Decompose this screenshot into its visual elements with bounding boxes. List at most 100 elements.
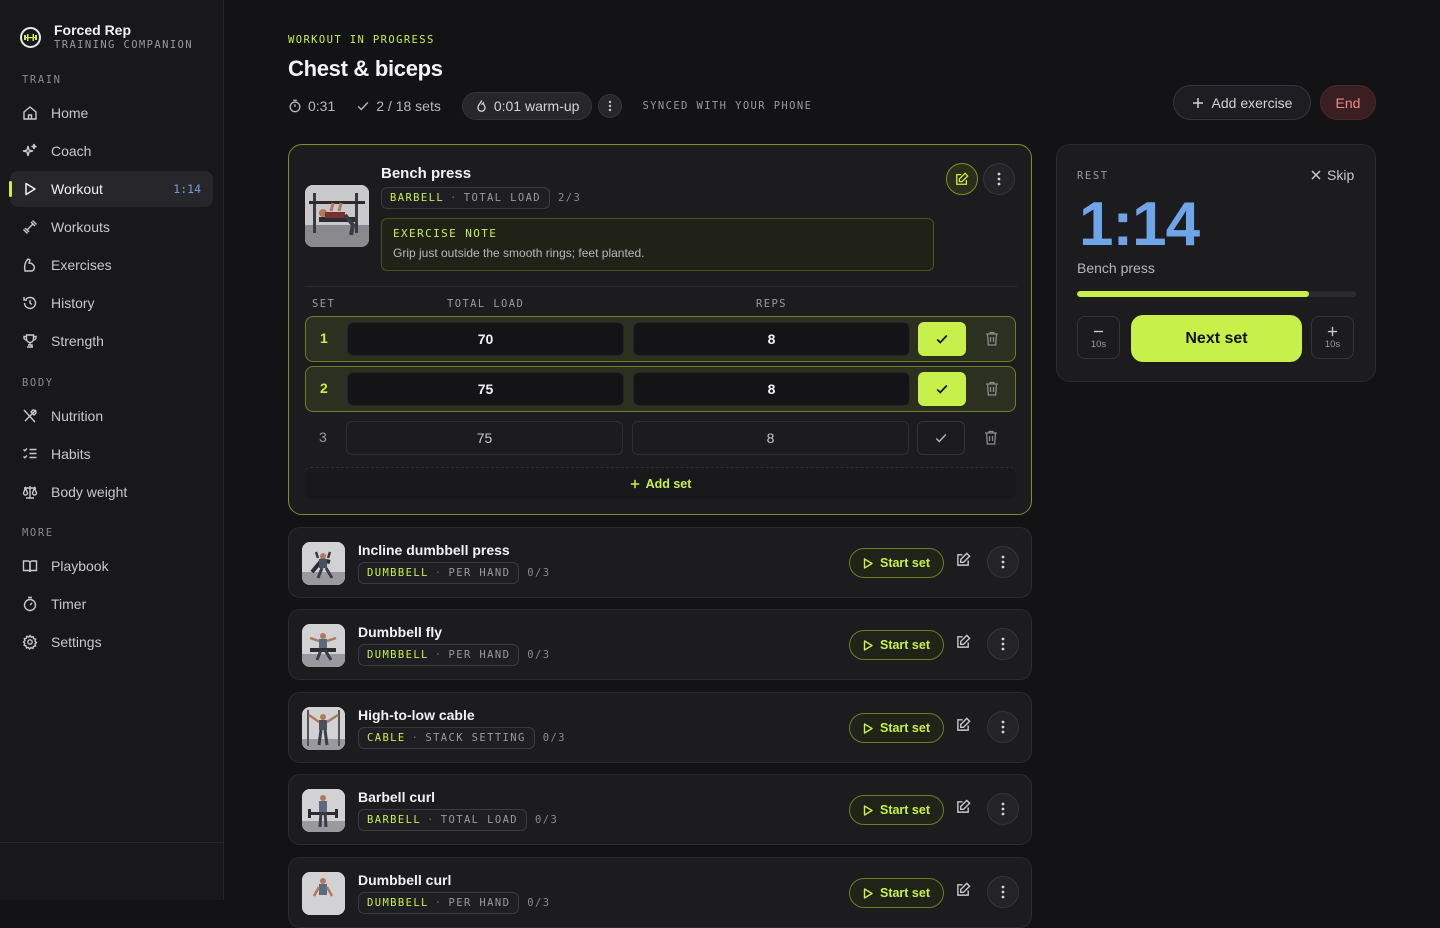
complete-set-button[interactable] <box>918 372 966 406</box>
sidebar-item-strength[interactable]: Strength <box>10 323 213 359</box>
set-row: 2 75 8 <box>305 366 1016 412</box>
exercise-name: Bench press <box>381 165 472 182</box>
delete-set-icon[interactable] <box>985 381 999 396</box>
close-icon <box>1311 170 1321 180</box>
exercise-card[interactable]: Incline dumbbell press DUMBBELL · PER HA… <box>288 527 1032 598</box>
exercise-more-button[interactable] <box>983 163 1015 195</box>
reps-input[interactable]: 8 <box>633 322 910 356</box>
play-icon <box>863 639 873 651</box>
equipment-label: DUMBBELL <box>367 567 429 579</box>
equipment-tag: DUMBBELL · PER HAND <box>358 892 520 914</box>
sidebar-item-workouts[interactable]: Workouts <box>10 209 213 245</box>
exercise-more-button[interactable] <box>987 793 1019 825</box>
warmup-more-button[interactable] <box>598 94 623 118</box>
exercise-tags: DUMBBELL · PER HAND 0/3 <box>358 644 550 666</box>
equipment-tag: BARBELL · TOTAL LOAD <box>358 809 528 831</box>
flame-icon <box>477 100 486 112</box>
edit-icon[interactable] <box>956 799 971 814</box>
edit-note-button[interactable] <box>946 163 978 195</box>
edit-icon[interactable] <box>956 634 971 649</box>
set-number: 1 <box>320 330 328 346</box>
skip-rest-button[interactable]: Skip <box>1311 167 1354 183</box>
more-vertical-icon <box>609 100 612 112</box>
complete-set-button[interactable] <box>918 322 966 356</box>
utensils-icon <box>23 409 37 423</box>
exercise-more-button[interactable] <box>987 628 1019 660</box>
exercise-card[interactable]: Barbell curl BARBELL · TOTAL LOAD 0/3 St… <box>288 774 1032 845</box>
set-row: 1 70 8 <box>305 316 1016 362</box>
start-set-button[interactable]: Start set <box>849 795 944 825</box>
workout-status: WORKOUT IN PROGRESS <box>288 34 435 46</box>
load-input[interactable]: 75 <box>347 372 624 406</box>
add-exercise-button[interactable]: Add exercise <box>1173 85 1311 120</box>
sparkles-icon <box>22 143 37 157</box>
load-input[interactable]: 75 <box>346 421 623 455</box>
set-count: 0/3 <box>535 814 559 826</box>
sets-progress: 2 / 18 sets <box>356 98 441 114</box>
load-type-label: PER HAND <box>448 897 511 909</box>
add-time-label: 10s <box>1324 338 1341 350</box>
sidebar-item-exercises[interactable]: Exercises <box>10 247 213 283</box>
subtract-time-button[interactable]: 10s <box>1077 316 1120 359</box>
load-input[interactable]: 70 <box>347 322 624 356</box>
exercise-more-button[interactable] <box>987 876 1019 908</box>
sidebar-item-habits[interactable]: Habits <box>10 436 213 472</box>
tag-separator: · <box>434 649 443 661</box>
sidebar-item-settings[interactable]: Settings <box>10 624 213 660</box>
start-set-button[interactable]: Start set <box>849 548 944 578</box>
gear-icon <box>22 634 38 650</box>
more-vertical-icon <box>997 172 1001 186</box>
reps-input[interactable]: 8 <box>632 421 909 455</box>
exercise-thumbnail <box>302 624 345 667</box>
sidebar-item-label: Habits <box>51 446 91 462</box>
sidebar-item-coach[interactable]: Coach <box>10 133 213 169</box>
exercise-more-button[interactable] <box>987 546 1019 578</box>
sidebar-item-playbook[interactable]: Playbook <box>10 548 213 584</box>
sidebar-item-home[interactable]: Home <box>10 95 213 131</box>
workout-timer-badge: 1:14 <box>173 182 201 196</box>
equipment-label: BARBELL <box>390 192 445 204</box>
sidebar-item-nutrition[interactable]: Nutrition <box>10 398 213 434</box>
delete-set-icon[interactable] <box>985 331 999 346</box>
sidebar-item-body-weight[interactable]: Body weight <box>10 474 213 510</box>
set-count: 0/3 <box>527 567 551 579</box>
add-time-button[interactable]: 10s <box>1311 316 1354 359</box>
equipment-tag: DUMBBELL · PER HAND <box>358 562 520 584</box>
set-count: 2/3 <box>558 192 582 204</box>
divider <box>305 286 1017 287</box>
start-set-button[interactable]: Start set <box>849 878 944 908</box>
sidebar-item-timer[interactable]: Timer <box>10 586 213 622</box>
start-set-button[interactable]: Start set <box>849 630 944 660</box>
add-set-button[interactable]: Add set <box>305 467 1016 499</box>
next-set-button[interactable]: Next set <box>1131 315 1302 362</box>
edit-icon[interactable] <box>956 882 971 897</box>
warmup-pill[interactable]: 0:01 warm-up <box>461 92 593 120</box>
brand[interactable]: Forced Rep TRAINING COMPANION <box>20 22 193 52</box>
exercise-card[interactable]: Dumbbell curl DUMBBELL · PER HAND 0/3 St… <box>288 857 1032 928</box>
set-count: 0/3 <box>527 649 551 661</box>
sidebar-item-workout[interactable]: Workout 1:14 <box>9 171 213 207</box>
sidebar-item-label: Body weight <box>51 484 128 500</box>
sidebar-item-label: History <box>51 295 95 311</box>
exercise-more-button[interactable] <box>987 711 1019 743</box>
workout-meta: 0:31 2 / 18 sets 0:01 warm-up SYNCED WIT… <box>288 92 812 120</box>
sidebar-item-history[interactable]: History <box>10 285 213 321</box>
delete-set-icon[interactable] <box>984 430 998 445</box>
tag-separator: · <box>434 567 443 579</box>
edit-icon[interactable] <box>956 717 971 732</box>
equipment-tag: DUMBBELL · PER HAND <box>358 644 520 666</box>
set-count: 0/3 <box>527 897 551 909</box>
exercise-card[interactable]: Dumbbell fly DUMBBELL · PER HAND 0/3 Sta… <box>288 609 1032 680</box>
brand-subtitle: TRAINING COMPANION <box>54 39 193 51</box>
exercise-card[interactable]: High-to-low cable CABLE · STACK SETTING … <box>288 692 1032 763</box>
complete-set-button[interactable] <box>917 421 965 455</box>
start-set-button[interactable]: Start set <box>849 713 944 743</box>
more-vertical-icon <box>1001 637 1005 651</box>
sidebar-item-label: Exercises <box>51 257 112 273</box>
sidebar-divider <box>0 842 224 843</box>
end-workout-button[interactable]: End <box>1320 85 1376 120</box>
edit-icon[interactable] <box>956 552 971 567</box>
warmup-label: 0:01 warm-up <box>493 98 580 114</box>
plus-icon <box>630 479 639 488</box>
reps-input[interactable]: 8 <box>633 372 910 406</box>
